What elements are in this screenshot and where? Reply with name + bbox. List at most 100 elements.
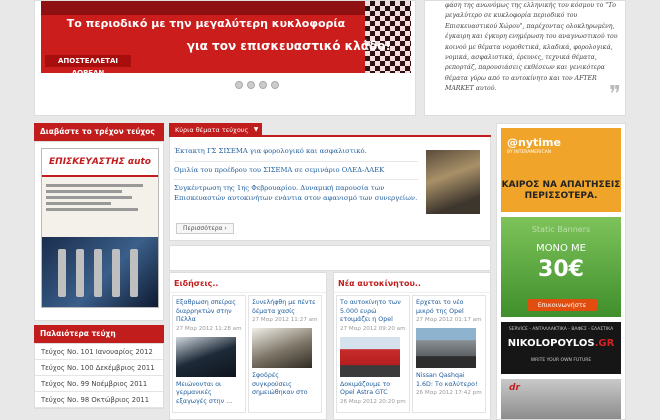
car-card[interactable]: Ερχεται το νέο μικρό της Opel 27 Μαρ 201…	[412, 295, 486, 413]
nikol-slogan: WRITE YOUR OWN FUTURE	[530, 358, 592, 363]
news-card-title[interactable]: Σφοδρές συγκρούσεις σημειώθηκαν στο	[252, 372, 318, 398]
chevron-down-icon: ▼	[253, 126, 259, 133]
news-columns: Ειδήσεις.. Εξαθρωση σπείρας διαρρηκτών σ…	[169, 272, 491, 420]
about-quote: φάση της ανωνύμως της ελληνικής του κόσμ…	[424, 0, 626, 116]
anytime-ad-banner[interactable]: @nytime BY INTERAMERICAN ΚΑΙΡΟΣ ΝΑ ΑΠΑΙΤ…	[501, 128, 621, 212]
cars-column-title: Νέα αυτοκίνητου..	[334, 273, 490, 293]
ad-price: 30€	[538, 257, 584, 282]
spark-plug-graphic	[58, 249, 66, 297]
car-card-title[interactable]: Nissan Qashqai 1.6D: Το καλύτερο!	[416, 372, 482, 389]
slider-dot[interactable]	[259, 81, 267, 89]
anytime-sub: BY INTERAMERICAN	[507, 150, 552, 155]
nikol-services: SERVICE - ΑΝΤΑΛΛΑΚΤΙΚΑ - ΒΑΦΕΣ - ΕΛΑΣΤΙΚ…	[508, 327, 614, 332]
main-topics-section: Κύρια θέματα τεύχους ▼ Έκτακτη ΓΣ ΣΙΣΕΜΑ…	[169, 123, 491, 271]
left-sidebar: Διαβάστε το τρέχον τεύχος ΕΠΙΣΚΕΥΑΣΤΗΣ α…	[34, 123, 164, 409]
cover-masthead: ΕΠΙΣΚΕΥΑΣΤΗΣ αuto	[42, 149, 158, 177]
tab-main-topics[interactable]: Κύρια θέματα τεύχους ▼	[169, 123, 263, 137]
slider-dot[interactable]	[235, 81, 243, 89]
quote-mark-icon: ❞	[609, 82, 621, 107]
mono-label: ΜΟΝΟ ΜΕ	[536, 243, 586, 254]
car-card[interactable]: Το αυτοκίνητο των 5.000 ευρώ ετοιμάζει η…	[336, 295, 410, 413]
hero-slider: Το περιοδικό με την μεγαλύτερη κυκλοφορί…	[34, 0, 416, 116]
car-card-image[interactable]	[416, 328, 476, 369]
static-banner-ad[interactable]: Static Banners ΜΟΝΟ ΜΕ 30€ Επικοινωνήστε	[501, 217, 621, 317]
old-issue-link[interactable]: Τεύχος Νο. 99 Νοέμβριος 2011	[35, 376, 163, 392]
nikol-logo-tld: .GR	[594, 338, 615, 349]
nikol-logo-name: NIKOLOPOYLOS	[507, 338, 595, 349]
checkered-flag-graphic	[365, 1, 411, 73]
hero-banner[interactable]: Το περιοδικό με την μεγαλύτερη κυκλοφορί…	[41, 1, 411, 73]
slider-dot[interactable]	[271, 81, 279, 89]
news-card-image[interactable]	[252, 328, 312, 369]
old-issue-link[interactable]: Τεύχος Νο. 101 Ιανουαρίος 2012	[35, 344, 163, 360]
old-issue-link[interactable]: Τεύχος Νο. 98 Οκτώβριος 2011	[35, 392, 163, 408]
main-topics-box: Έκτακτη ΓΣ ΣΙΣΕΜΑ για φορολογικό και ασφ…	[169, 137, 491, 241]
car-card-title[interactable]: Δοκιμάζουμε το Opel Astra GTC	[340, 381, 406, 398]
old-issue-link[interactable]: Τεύχος Νο. 100 Δεκέμβριος 2011	[35, 360, 163, 376]
car-card-date: 27 Μαρ 2012 01:17 am	[416, 317, 482, 324]
news-card-date: 27 Μαρ 2012 11:28 am	[176, 325, 242, 332]
spark-plug-graphic	[76, 249, 84, 297]
slider-dots	[235, 81, 279, 89]
topic-link[interactable]: Συγκέντρωση της 1ης Φεβρουαρίου. Δυναμικ…	[174, 180, 418, 207]
news-grid: Εξαθρωση σπείρας διαρρηκτών στην Πέλλα 2…	[170, 293, 326, 415]
news-column: Ειδήσεις.. Εξαθρωση σπείρας διαρρηκτών σ…	[169, 272, 327, 420]
spark-plug-graphic	[112, 249, 120, 297]
hero-headline: Το περιοδικό με την μεγαλύτερη κυκλοφορί…	[66, 17, 346, 30]
news-card-title[interactable]: Μειώνονται οι γερμανικές εξαγωγές στην .…	[176, 381, 242, 407]
slider-dot[interactable]	[247, 81, 255, 89]
topic-link[interactable]: Έκτακτη ΓΣ ΣΙΣΕΜΑ για φορολογικό και ασφ…	[174, 143, 418, 162]
car-card-date: 26 Μαρ 2012 17:42 pm	[416, 390, 482, 397]
news-card-date: 27 Μαρ 2012 11:27 am	[252, 317, 318, 324]
nikol-logo: NIKOLOPOYLOS.GR	[501, 338, 621, 349]
news-card-title[interactable]: Εξαθρωση σπείρας διαρρηκτών στην Πέλλα	[176, 299, 242, 325]
car-card-title[interactable]: Το αυτοκίνητο των 5.000 ευρώ ετοιμάζει η…	[340, 299, 406, 325]
old-issues-heading: Παλαιότερα τεύχη	[34, 325, 164, 343]
old-issues-panel: Παλαιότερα τεύχη Τεύχος Νο. 101 Ιανουαρί…	[34, 325, 164, 409]
cover-spark-plugs-image	[42, 237, 158, 307]
topic-link[interactable]: Ομιλία του προέδρου του ΣΙΣΕΜΑ σε σεμινά…	[174, 162, 418, 180]
magazine-cover[interactable]: ΕΠΙΣΚΕΥΑΣΤΗΣ αuto	[41, 148, 159, 308]
car-card-title[interactable]: Ερχεται το νέο μικρό της Opel	[416, 299, 482, 316]
cover-text-line	[46, 208, 138, 211]
more-button-label: Περισσότερα	[183, 225, 223, 232]
ads-sidebar: @nytime BY INTERAMERICAN ΚΑΙΡΟΣ ΝΑ ΑΠΑΙΤ…	[496, 123, 626, 420]
tab-main-topics-label: Κύρια θέματα τεύχους	[175, 126, 249, 134]
news-card[interactable]: Εξαθρωση σπείρας διαρρηκτών στην Πέλλα 2…	[172, 295, 246, 413]
cover-text-line	[46, 202, 111, 205]
current-issue-panel: ΕΠΙΣΚΕΥΑΣΤΗΣ αuto	[34, 141, 164, 321]
current-issue-heading: Διαβάστε το τρέχον τεύχος	[34, 123, 164, 141]
static-banner-label: Static Banners	[531, 225, 591, 234]
news-card[interactable]: Συνελήφθη με πέντε δέματα χασίς 27 Μαρ 2…	[248, 295, 322, 413]
car-card-image[interactable]	[340, 336, 400, 377]
cover-text-line	[46, 184, 144, 187]
cars-column: Νέα αυτοκίνητου.. Το αυτοκίνητο των 5.00…	[333, 272, 491, 420]
quote-text: φάση της ανωνύμως της ελληνικής του κόσμ…	[445, 2, 618, 93]
cover-text-block	[42, 177, 158, 237]
news-card-image[interactable]	[176, 336, 236, 377]
spark-plug-graphic	[94, 249, 102, 297]
news-column-title: Ειδήσεις..	[170, 273, 326, 293]
news-card-title[interactable]: Συνελήφθη με πέντε δέματα χασίς	[252, 299, 318, 316]
car-card-date: 27 Μαρ 2012 09:20 am	[340, 325, 406, 332]
anytime-slogan: ΚΑΙΡΟΣ ΝΑ ΑΠΑΙΤΗΣΕΙΣ ΠΕΡΙΣΣΟΤΕΡΑ.	[501, 180, 621, 201]
car-card-date: 26 Μαρ 2012 20:20 pm	[340, 398, 406, 405]
blank-strip	[169, 245, 491, 271]
topic-photo[interactable]	[426, 150, 480, 214]
cover-logo: ΕΠΙΣΚΕΥΑΣΤΗΣ αuto	[49, 157, 151, 167]
car-ad-banner[interactable]: dr	[501, 379, 621, 419]
chevron-right-icon: ›	[224, 225, 227, 232]
car-ad-logo: dr	[509, 383, 520, 393]
more-button[interactable]: Περισσότερα ›	[176, 223, 234, 234]
spark-plug-graphic	[130, 249, 138, 297]
cover-text-line	[46, 196, 133, 199]
anytime-logo: @nytime	[507, 136, 561, 149]
cars-grid: Το αυτοκίνητο των 5.000 ευρώ ετοιμάζει η…	[334, 293, 490, 415]
banner-top-strip	[41, 1, 411, 15]
old-issues-list: Τεύχος Νο. 101 Ιανουαρίος 2012 Τεύχος Νο…	[34, 343, 164, 409]
hero-subheadline: για τον επισκευαστικό κλάδο!	[186, 39, 391, 53]
nikolopoylos-ad-banner[interactable]: SERVICE - ΑΝΤΑΛΛΑΚΤΙΚΑ - ΒΑΦΕΣ - ΕΛΑΣΤΙΚ…	[501, 322, 621, 374]
contact-button[interactable]: Επικοινωνήστε	[527, 299, 597, 311]
free-delivery-badge: ΑΠΟΣΤΕΛΛΕΤΑΙ ΔΩΡΕΑΝ	[45, 55, 131, 73]
cover-text-line	[46, 190, 122, 193]
